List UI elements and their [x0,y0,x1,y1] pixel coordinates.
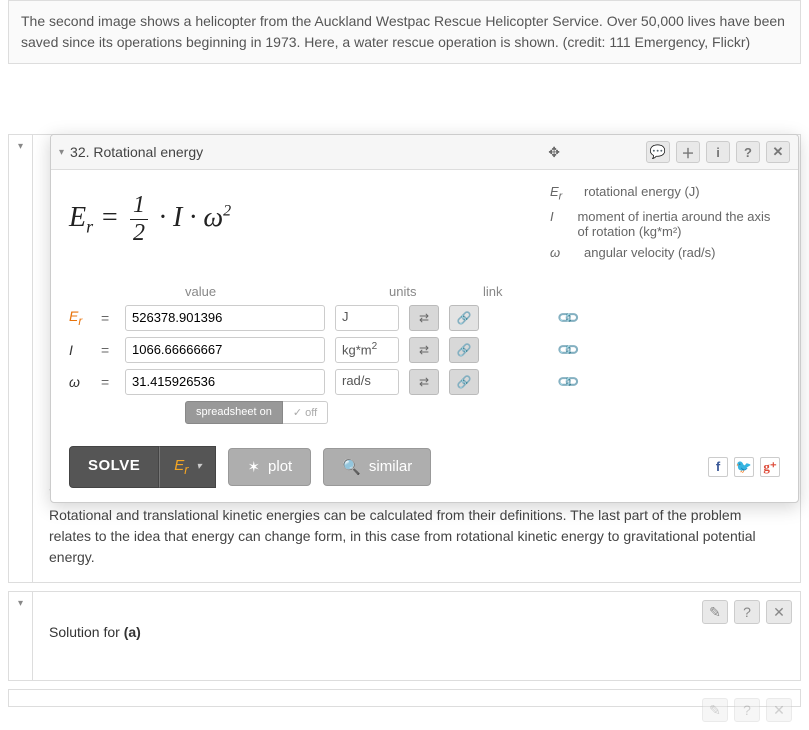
formula-display: Er = 12 · I · ω2 [69,184,530,266]
swap-button[interactable]: ⇄ [409,305,439,331]
plot-button[interactable]: ✶plot [228,448,311,486]
google-plus-icon[interactable]: g⁺ [760,457,780,477]
card-header: ▾ 32. Rotational energy ✥ 💬 ＋ i ? ✕ [51,135,798,170]
edit-button[interactable]: ✎ [702,698,728,722]
move-icon[interactable]: ✥ [548,144,640,161]
chain-icon[interactable]: 🔗 [555,337,581,363]
solve-button[interactable]: SOLVE [69,446,159,488]
link-button[interactable]: 🔗 [449,369,479,395]
values-table: value units link Er = J ⇄ 🔗 🔗 I = kg*m2 … [51,280,798,430]
card-title: 32. Rotational energy [70,144,542,160]
add-button[interactable]: ＋ [676,141,700,163]
symbol-legend: Errotational energy (J) Imoment of inert… [550,184,780,266]
solve-variable-dropdown[interactable]: Er▾ [159,446,216,488]
value-input-er[interactable] [125,305,325,331]
unit-select-omega[interactable]: rad/s [335,369,399,395]
col-link: link [483,284,503,299]
table-row: ω = rad/s ⇄ 🔗 🔗 [69,369,780,395]
collapse-toggle[interactable]: ▾ [18,598,23,609]
table-row: I = kg*m2 ⇄ 🔗 🔗 [69,337,780,363]
social-share: f 🐦 g⁺ [708,457,780,477]
help-button[interactable]: ? [734,698,760,722]
facebook-icon[interactable]: f [708,457,728,477]
twitter-icon[interactable]: 🐦 [734,457,754,477]
var-symbol: I [69,342,91,358]
var-symbol: ω [69,374,91,390]
search-icon: 🔍 [342,458,361,476]
help-button[interactable]: ? [736,141,760,163]
edit-button[interactable]: ✎ [702,600,728,624]
card-collapse-toggle[interactable]: ▾ [59,147,64,158]
close-button[interactable]: ✕ [766,698,792,722]
similar-button[interactable]: 🔍similar [323,448,431,486]
link-button[interactable]: 🔗 [449,337,479,363]
solve-button-group: SOLVE Er▾ [69,446,216,488]
plot-icon: ✶ [247,458,260,476]
col-value: value [185,284,365,299]
link-button[interactable]: 🔗 [449,305,479,331]
strategy-text: Rotational and translational kinetic ene… [49,505,784,568]
help-button[interactable]: ? [734,600,760,624]
value-input-omega[interactable] [125,369,325,395]
info-button[interactable]: i [706,141,730,163]
solution-title: Solution for (a) [49,606,784,640]
swap-button[interactable]: ⇄ [409,369,439,395]
var-symbol: Er [69,308,91,328]
comment-button[interactable]: 💬 [646,141,670,163]
table-row: Er = J ⇄ 🔗 🔗 [69,305,780,331]
close-button[interactable]: ✕ [766,600,792,624]
chain-icon[interactable]: 🔗 [555,369,581,395]
spreadsheet-toggle[interactable]: spreadsheet on ✓ off [185,401,780,424]
col-units: units [389,284,459,299]
next-panel-stub: ✎ ? ✕ [8,689,801,707]
unit-select-i[interactable]: kg*m2 [335,337,399,363]
close-button[interactable]: ✕ [766,141,790,163]
value-input-i[interactable] [125,337,325,363]
chain-icon[interactable]: 🔗 [555,305,581,331]
solution-panel: ▾ Solution for (a) ✎ ? ✕ [8,591,801,681]
unit-select-er[interactable]: J [335,305,399,331]
image-caption: The second image shows a helicopter from… [8,0,801,64]
formula-card: ▾ 32. Rotational energy ✥ 💬 ＋ i ? ✕ Er =… [50,134,799,503]
caption-text: The second image shows a helicopter from… [21,13,785,50]
collapse-toggle[interactable]: ▾ [18,141,23,152]
swap-button[interactable]: ⇄ [409,337,439,363]
